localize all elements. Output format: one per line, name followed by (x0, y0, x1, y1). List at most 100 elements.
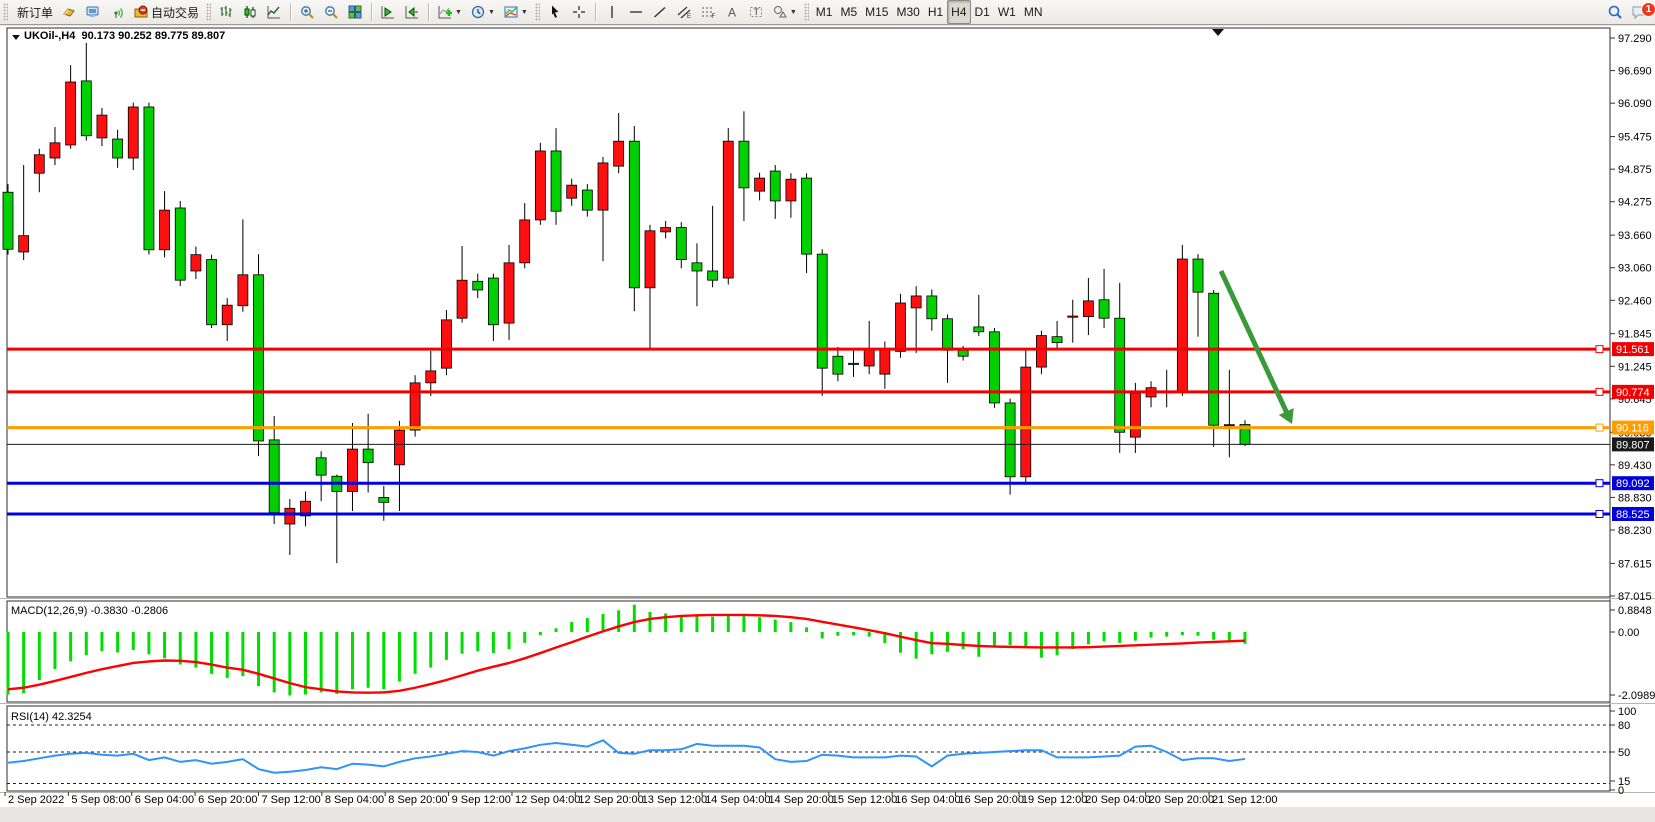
price-level-badge: 90.116 (1612, 421, 1654, 435)
candle-body (222, 305, 232, 325)
zoom-out-button[interactable] (319, 0, 343, 24)
terminal-icon (85, 4, 101, 20)
chart-canvas[interactable]: 97.29096.69096.09095.47594.87594.27593.6… (0, 26, 1655, 822)
chart-shift-button[interactable] (400, 0, 424, 24)
label-tool-button[interactable]: T (744, 0, 768, 24)
candle-body (582, 190, 592, 210)
indicators-button[interactable]: ▼ (433, 0, 466, 24)
cursor-tool-button[interactable] (543, 0, 567, 24)
price-tick-label: 97.290 (1618, 33, 1652, 45)
rsi-axis-label: 100 (1618, 706, 1636, 718)
badge-price: 89.807 (1616, 439, 1650, 451)
tf-w1-button[interactable]: W1 (994, 0, 1020, 24)
candle-body (786, 179, 796, 201)
candle-body (896, 303, 906, 351)
hline-tool-button[interactable] (624, 0, 648, 24)
line-handle[interactable] (1596, 480, 1603, 487)
notifications-button[interactable]: 1 (1627, 0, 1651, 24)
svg-text:F: F (711, 14, 715, 20)
tf-h1-button-label: H1 (928, 5, 943, 19)
candle-body (1083, 301, 1093, 317)
chart-window[interactable]: 97.29096.69096.09095.47594.87594.27593.6… (0, 26, 1655, 822)
tf-d1-button[interactable]: D1 (971, 0, 994, 24)
candle-body (347, 449, 357, 491)
tf-m1-button[interactable]: M1 (812, 0, 837, 24)
candle-body (160, 210, 170, 250)
tf-h1-button[interactable]: H1 (924, 0, 947, 24)
tf-d1-button-label: D1 (975, 5, 990, 19)
macd-axis-label: -2.0989 (1618, 690, 1655, 702)
price-tick-label: 94.875 (1618, 164, 1652, 176)
channel-tool-button[interactable]: E (672, 0, 696, 24)
price-level-badge: 91.561 (1612, 342, 1654, 356)
price-tick-label: 87.015 (1618, 591, 1652, 603)
fibonacci-tool-button[interactable]: F (696, 0, 720, 24)
candle-body (144, 107, 154, 250)
time-axis[interactable]: 2 Sep 20225 Sep 08:006 Sep 04:006 Sep 20… (5, 792, 1277, 806)
candle-body (802, 178, 812, 254)
price-level-badge: 89.092 (1612, 476, 1654, 490)
cursor-icon (547, 4, 563, 20)
tf-m5-button[interactable]: M5 (836, 0, 861, 24)
chart-collapse-icon[interactable] (12, 35, 20, 40)
macd-panel[interactable] (7, 601, 1610, 702)
trendline-tool-button[interactable] (648, 0, 672, 24)
text-tool-button[interactable]: A (720, 0, 744, 24)
search-button[interactable] (1603, 0, 1627, 24)
rsi-panel[interactable] (7, 706, 1610, 791)
auto-scroll-button[interactable] (376, 0, 400, 24)
chevron-down-icon[interactable]: ▼ (521, 9, 528, 16)
candle-body (504, 263, 514, 323)
candle-body (1209, 293, 1219, 425)
terminal-button[interactable] (81, 0, 105, 24)
candle-body (1130, 393, 1140, 437)
candle-body (254, 275, 264, 441)
candle-body (113, 139, 123, 158)
autotrade-button[interactable]: 自动交易 (129, 0, 203, 24)
candle-body (175, 208, 185, 280)
tf-h4-button[interactable]: H4 (947, 0, 970, 24)
market-watch-button[interactable] (57, 0, 81, 24)
candle-body (1115, 318, 1125, 432)
time-tick-label: 16 Sep 04:00 (895, 794, 960, 806)
tile-windows-button[interactable] (343, 0, 367, 24)
chart-play-icon (380, 4, 396, 20)
candle-body (708, 271, 718, 280)
time-tick-label: 16 Sep 20:00 (959, 794, 1024, 806)
trendline-icon (652, 4, 668, 20)
line-handle[interactable] (1596, 346, 1603, 353)
candle-body (81, 81, 91, 136)
tf-m1-button-label: M1 (816, 5, 833, 19)
chevron-down-icon[interactable]: ▼ (790, 9, 797, 16)
macd-indicator-label: MACD(12,26,9) -0.3830 -0.2806 (11, 605, 168, 617)
signals-button[interactable] (105, 0, 129, 24)
line-chart-button[interactable] (262, 0, 286, 24)
tf-mn-button[interactable]: MN (1020, 0, 1047, 24)
line-handle[interactable] (1596, 510, 1603, 517)
candle-body (1177, 259, 1187, 392)
new-order-button[interactable]: 新订单 (11, 0, 57, 24)
indicator-add-icon (437, 4, 453, 20)
time-tick-label: 9 Sep 12:00 (452, 794, 511, 806)
chevron-down-icon[interactable]: ▼ (455, 9, 462, 16)
templates-button[interactable]: ▼ (499, 0, 532, 24)
zoom-in-button[interactable] (295, 0, 319, 24)
candle-body (676, 228, 686, 260)
line-handle[interactable] (1596, 424, 1603, 431)
periods-button[interactable]: ▼ (466, 0, 499, 24)
candle-body (473, 281, 483, 290)
tf-m30-button[interactable]: M30 (892, 0, 923, 24)
line-handle[interactable] (1596, 388, 1603, 395)
chevron-down-icon[interactable]: ▼ (488, 9, 495, 16)
main-price-panel[interactable] (7, 28, 1610, 597)
candle-chart-button[interactable] (238, 0, 262, 24)
vline-tool-button[interactable] (600, 0, 624, 24)
time-tick-label: 13 Sep 12:00 (642, 794, 707, 806)
tf-m5-button-label: M5 (840, 5, 857, 19)
tf-m15-button[interactable]: M15 (861, 0, 892, 24)
chart-shift-icon (404, 4, 420, 20)
shapes-tool-button[interactable]: ▼ (768, 0, 801, 24)
bar-chart-button[interactable] (214, 0, 238, 24)
crosshair-tool-button[interactable] (567, 0, 591, 24)
price-level-badge: 88.525 (1612, 507, 1654, 521)
